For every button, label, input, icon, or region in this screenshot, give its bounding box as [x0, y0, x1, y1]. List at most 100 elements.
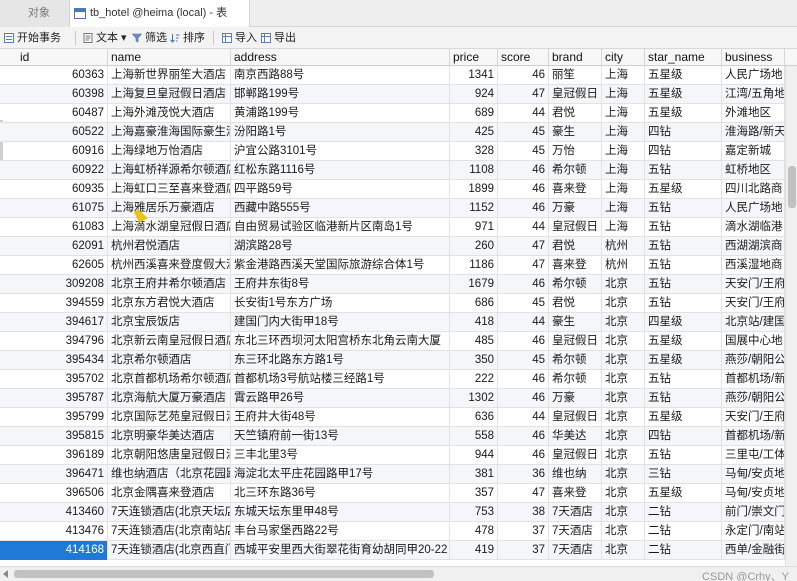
cell-brand[interactable]: 喜来登	[549, 180, 602, 199]
column-header-id[interactable]: id	[0, 49, 108, 66]
cell-address[interactable]: 三丰北里3号	[231, 446, 450, 465]
cell-price[interactable]: 686	[450, 294, 498, 313]
cell-name[interactable]: 上海虹桥祥源希尔顿酒店	[108, 161, 231, 180]
cell-business[interactable]: 外滩地区	[722, 104, 785, 123]
cell-name[interactable]: 上海滴水湖皇冠假日酒店	[108, 218, 231, 237]
table-row[interactable]: 395434 北京希尔顿酒店 东三环北路东方路1号 350 45 希尔顿 北京 五星级 燕莎/朝…	[0, 351, 797, 370]
cell-city[interactable]: 上海	[602, 123, 645, 142]
cell-score[interactable]: 45	[498, 123, 549, 142]
cell-star-name[interactable]: 五钻	[645, 275, 722, 294]
cell-city[interactable]: 北京	[602, 427, 645, 446]
cell-address[interactable]: 天竺镇府前一街13号	[231, 427, 450, 446]
cell-name[interactable]: 7天连锁酒店(北京南站店)	[108, 522, 231, 541]
vertical-scrollbar[interactable]	[785, 66, 797, 566]
cell-score[interactable]: 45	[498, 142, 549, 161]
cell-brand[interactable]: 7天酒店	[549, 522, 602, 541]
cell-price[interactable]: 222	[450, 370, 498, 389]
cell-star-name[interactable]: 五星级	[645, 408, 722, 427]
cell-id[interactable]: 61075	[0, 199, 108, 218]
cell-star-name[interactable]: 五钻	[645, 370, 722, 389]
cell-address[interactable]: 邯郸路199号	[231, 85, 450, 104]
cell-city[interactable]: 上海	[602, 218, 645, 237]
cell-city[interactable]: 上海	[602, 104, 645, 123]
cell-price[interactable]: 1899	[450, 180, 498, 199]
cell-star-name[interactable]: 五星级	[645, 332, 722, 351]
cell-business[interactable]: 四川北路商	[722, 180, 785, 199]
table-row[interactable]: 394617 北京宝辰饭店 建国门内大街甲18号 418 44 豪生 北京 四星级 北京站/建国	[0, 313, 797, 332]
cell-address[interactable]: 东北三环西坝河太阳宫桥东北角云南大厦	[231, 332, 450, 351]
cell-name[interactable]: 北京明豪华美达酒店	[108, 427, 231, 446]
cell-price[interactable]: 1679	[450, 275, 498, 294]
table-row[interactable]: 396189北京朝阳悠唐皇冠假日酒店三丰北里3号94446皇冠假日北京五钻三里屯…	[0, 446, 797, 465]
cell-address[interactable]: 南京西路88号	[231, 66, 450, 85]
column-header-star-name[interactable]: star_name	[645, 49, 722, 66]
cell-brand[interactable]: 喜来登	[549, 484, 602, 503]
table-row[interactable]: 395702 北京首都机场希尔顿酒店 首都机场3号航站楼三经路1号 222 46 希尔顿北…	[0, 370, 797, 389]
cell-star-name[interactable]: 四钻	[645, 142, 722, 161]
cell-id[interactable]: 62091	[0, 237, 108, 256]
cell-address[interactable]: 自由贸易试验区临港新片区南岛1号	[231, 218, 450, 237]
cell-price[interactable]: 350	[450, 351, 498, 370]
cell-city[interactable]: 上海	[602, 66, 645, 85]
cell-id[interactable]: 395815	[0, 427, 108, 446]
cell-score[interactable]: 46	[498, 332, 549, 351]
cell-brand[interactable]: 希尔顿	[549, 161, 602, 180]
cell-name[interactable]: 杭州西溪喜来登度假大酒店	[108, 256, 231, 275]
cell-price[interactable]: 485	[450, 332, 498, 351]
cell-business[interactable]: 燕莎/朝阳公	[722, 389, 785, 408]
cell-id[interactable]: 395434	[0, 351, 108, 370]
cell-star-name[interactable]: 五钻	[645, 237, 722, 256]
table-row[interactable]: 60363 上海新世界丽笙大酒店 南京西路88号 1341 46 丽笙 上海 五星级 人民广场地	[0, 66, 797, 85]
column-header-name[interactable]: name	[108, 49, 231, 66]
cell-name[interactable]: 北京希尔顿酒店	[108, 351, 231, 370]
table-row[interactable]: 395787 北京海航大厦万豪酒店 霄云路甲26号 1302 46 万豪 北京 五钻 燕莎/朝阳…	[0, 389, 797, 408]
cell-brand[interactable]: 万豪	[549, 199, 602, 218]
cell-address[interactable]: 建国门内大街甲18号	[231, 313, 450, 332]
cell-address[interactable]: 王府井大街48号	[231, 408, 450, 427]
cell-brand[interactable]: 皇冠假日	[549, 218, 602, 237]
horizontal-scrollbar-thumb[interactable]	[14, 570, 434, 578]
cell-id[interactable]: 60935	[0, 180, 108, 199]
cell-star-name[interactable]: 三钻	[645, 465, 722, 484]
cell-name[interactable]: 北京首都机场希尔顿酒店	[108, 370, 231, 389]
cell-price[interactable]: 425	[450, 123, 498, 142]
cell-address[interactable]: 海淀北太平庄花园路甲17号	[231, 465, 450, 484]
cell-name[interactable]: 杭州君悦酒店	[108, 237, 231, 256]
cell-star-name[interactable]: 五钻	[645, 199, 722, 218]
cell-score[interactable]: 46	[498, 370, 549, 389]
cell-address[interactable]: 东城天坛东里甲48号	[231, 503, 450, 522]
cell-price[interactable]: 1186	[450, 256, 498, 275]
cell-price[interactable]: 971	[450, 218, 498, 237]
cell-brand[interactable]: 皇冠假日	[549, 332, 602, 351]
cell-name[interactable]: 7天连锁酒店(北京天坛店)	[108, 503, 231, 522]
cell-id[interactable]: 309208	[0, 275, 108, 294]
cell-id[interactable]: 61083	[0, 218, 108, 237]
table-row[interactable]: 4141687天连锁酒店(北京西直门店)西城平安里西大街翠花街育幼胡同甲20-2…	[0, 541, 797, 560]
cell-name[interactable]: 上海嘉豪淮海国际豪生酒	[108, 123, 231, 142]
cell-name[interactable]: 7天连锁酒店(北京西直门店)	[108, 541, 231, 560]
cell-name[interactable]: 北京金隅喜来登酒店	[108, 484, 231, 503]
cell-id[interactable]: 60522	[0, 123, 108, 142]
horizontal-scrollbar[interactable]: CSDN @Crhy、Y	[0, 566, 797, 581]
cell-address[interactable]: 紫金港路西溪天堂国际旅游综合体1号	[231, 256, 450, 275]
cell-price[interactable]: 328	[450, 142, 498, 161]
table-row[interactable]: 60922 上海虹桥祥源希尔顿酒店 红松东路1116号 1108 46 希尔顿 上海 五钻 虹桥…	[0, 161, 797, 180]
cell-id[interactable]: 60922	[0, 161, 108, 180]
cell-id[interactable]: 396506	[0, 484, 108, 503]
cell-city[interactable]: 北京	[602, 484, 645, 503]
cell-city[interactable]: 杭州	[602, 256, 645, 275]
import-button[interactable]: 导入	[222, 27, 257, 49]
cell-business[interactable]: 江湾/五角地	[722, 85, 785, 104]
filter-button[interactable]: 筛选	[132, 27, 167, 49]
cell-business[interactable]: 马甸/安贞地	[722, 484, 785, 503]
cell-business[interactable]: 人民广场地	[722, 66, 785, 85]
cell-score[interactable]: 47	[498, 237, 549, 256]
cell-city[interactable]: 上海	[602, 180, 645, 199]
table-row[interactable]: 61083 上海滴水湖皇冠假日酒店 自由贸易试验区临港新片区南岛1号 971 44 皇冠假…	[0, 218, 797, 237]
cell-business[interactable]: 淮海路/新天	[722, 123, 785, 142]
cell-star-name[interactable]: 二钻	[645, 541, 722, 560]
column-header-city[interactable]: city	[602, 49, 645, 66]
tab-table-tb-hotel[interactable]: tb_hotel @heima (local) - 表	[70, 0, 250, 27]
table-row[interactable]: 395799北京国际艺苑皇冠假日酒店王府井大街48号63644皇冠假日北京五星级…	[0, 408, 797, 427]
table-row[interactable]: 396506 北京金隅喜来登酒店 北三环东路36号 357 47 喜来登 北京 五星级 马甸/安…	[0, 484, 797, 503]
